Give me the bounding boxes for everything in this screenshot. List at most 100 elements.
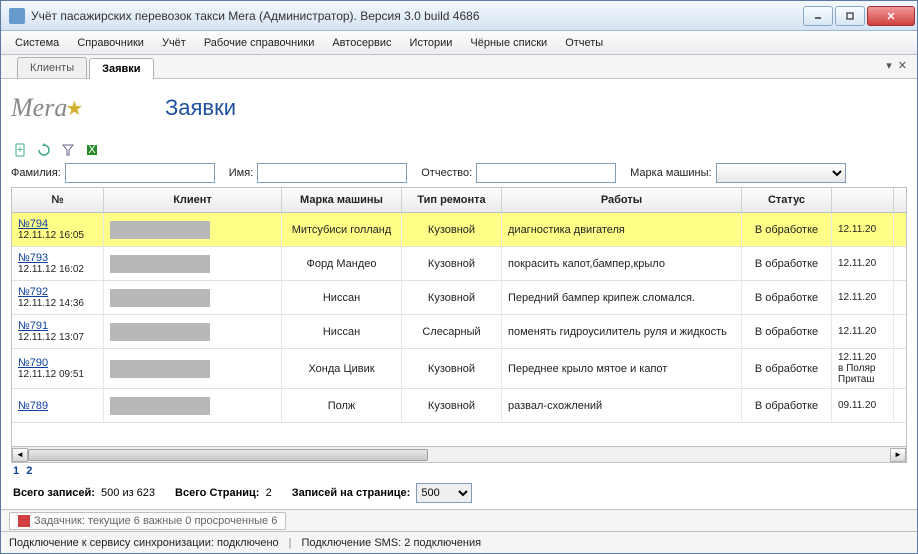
table-row[interactable]: №789ПолжКузовнойразвал-схожленийВ обрабо… [12,389,906,423]
tab-close-icon[interactable]: ✕ [898,59,907,72]
cell-car: Хонда Цивик [282,349,402,388]
page-links: 1 2 [11,463,907,479]
col-car[interactable]: Марка машины [282,188,402,212]
request-link[interactable]: №791 [18,320,97,332]
client-redacted [110,323,210,341]
per-page: Записей на странице: 500 [292,483,473,503]
cell-car: Митсубиси голланд [282,213,402,246]
cell-date: 09.11.20 [832,389,894,422]
tab-clients[interactable]: Клиенты [17,57,87,78]
cell-fixtype: Кузовной [402,247,502,280]
col-work[interactable]: Работы [502,188,742,212]
cell-status: В обработке [742,315,832,348]
cell-date: 12.11.20в ПолярПриташ [832,349,894,388]
total-records: Всего записей: 500 из 623 [13,487,155,499]
cell-status: В обработке [742,349,832,388]
menu-blacklists[interactable]: Чёрные списки [462,34,555,52]
logo-star-icon: ★ [65,96,83,121]
task-text: Задачник: текущие 6 важные 0 просроченны… [34,515,277,527]
minimize-button[interactable] [803,6,833,26]
request-link[interactable]: №789 [18,400,97,412]
cell-fixtype: Слесарный [402,315,502,348]
window-controls [803,6,915,26]
scroll-thumb[interactable] [28,449,428,461]
cell-date: 12.11.20 [832,281,894,314]
menubar: Система Справочники Учёт Рабочие справоч… [1,31,917,55]
horizontal-scrollbar: ◄ ► [11,447,907,463]
cell-client [104,247,282,280]
lastname-label: Фамилия: [11,167,61,179]
perpage-select[interactable]: 500 [416,483,472,503]
carbrand-label: Марка машины: [630,167,711,179]
table-row[interactable]: №79112.11.12 13:07НиссанСлесарныйпоменят… [12,315,906,349]
request-link[interactable]: №790 [18,357,97,369]
carbrand-select[interactable] [716,163,846,183]
cell-work: покрасить капот,бампер,крыло [502,247,742,280]
cell-number: №79012.11.12 09:51 [12,349,104,388]
page-2-link[interactable]: 2 [26,465,32,477]
request-link[interactable]: №792 [18,286,97,298]
cell-date: 12.11.20 [832,315,894,348]
cell-client [104,389,282,422]
app-window: Учёт пасажирских перевозок такси Mera (А… [0,0,918,554]
col-status[interactable]: Статус [742,188,832,212]
table-row[interactable]: №79412.11.12 16:05Митсубиси голландКузов… [12,213,906,247]
menu-history[interactable]: Истории [402,34,461,52]
cell-number: №79412.11.12 16:05 [12,213,104,246]
col-client[interactable]: Клиент [104,188,282,212]
grid-header: № Клиент Марка машины Тип ремонта Работы… [12,188,906,213]
cell-date: 12.11.20 [832,247,894,280]
menu-work-dictionaries[interactable]: Рабочие справочники [196,34,323,52]
cell-car: Форд Мандео [282,247,402,280]
col-number[interactable]: № [12,188,104,212]
cell-fixtype: Кузовной [402,349,502,388]
menu-accounting[interactable]: Учёт [154,34,194,52]
export-excel-icon[interactable]: X [83,141,101,159]
scroll-track[interactable] [28,448,890,462]
menu-reports[interactable]: Отчеты [557,34,611,52]
scroll-right-button[interactable]: ► [890,448,906,462]
cell-car: Ниссан [282,315,402,348]
scroll-left-button[interactable]: ◄ [12,448,28,462]
menu-dictionaries[interactable]: Справочники [69,34,152,52]
svg-text:X: X [88,144,96,156]
cell-number: №79112.11.12 13:07 [12,315,104,348]
tab-dropdown-icon[interactable]: ▾ [886,59,892,72]
task-tab[interactable]: Задачник: текущие 6 важные 0 просроченны… [9,512,286,530]
page-1-link[interactable]: 1 [13,465,19,477]
cell-number: №789 [12,389,104,422]
patronymic-input[interactable] [476,163,616,183]
client-redacted [110,289,210,307]
table-row[interactable]: №79312.11.12 16:02Форд МандеоКузовнойпок… [12,247,906,281]
cell-work: Передний бампер крипеж сломался. [502,281,742,314]
toolbar: + X [11,141,907,159]
cell-date: 12.11.20 [832,213,894,246]
sms-status: Подключение SMS: 2 подключения [302,537,482,549]
firstname-input[interactable] [257,163,407,183]
cell-car: Ниссан [282,281,402,314]
cell-number: №79212.11.12 14:36 [12,281,104,314]
menu-autoservice[interactable]: Автосервис [324,34,399,52]
client-redacted [110,360,210,378]
task-icon [18,515,30,527]
request-link[interactable]: №793 [18,252,97,264]
refresh-icon[interactable] [35,141,53,159]
maximize-button[interactable] [835,6,865,26]
page-title: Заявки [165,95,236,121]
col-fixtype[interactable]: Тип ремонта [402,188,502,212]
filter-row: Фамилия: Имя: Отчество: Марка машины: [11,163,907,183]
tab-controls: ▾ ✕ [886,59,907,72]
request-link[interactable]: №794 [18,218,97,230]
cell-client [104,213,282,246]
filter-icon[interactable] [59,141,77,159]
sync-status: Подключение к сервису синхронизации: под… [9,537,279,549]
menu-system[interactable]: Система [7,34,67,52]
close-button[interactable] [867,6,915,26]
table-row[interactable]: №79012.11.12 09:51Хонда ЦивикКузовнойПер… [12,349,906,389]
logo: Mera ★ [11,87,141,129]
lastname-input[interactable] [65,163,215,183]
table-row[interactable]: №79212.11.12 14:36НиссанКузовнойПередний… [12,281,906,315]
col-date[interactable] [832,188,894,212]
add-icon[interactable]: + [11,141,29,159]
tab-requests[interactable]: Заявки [89,58,153,79]
